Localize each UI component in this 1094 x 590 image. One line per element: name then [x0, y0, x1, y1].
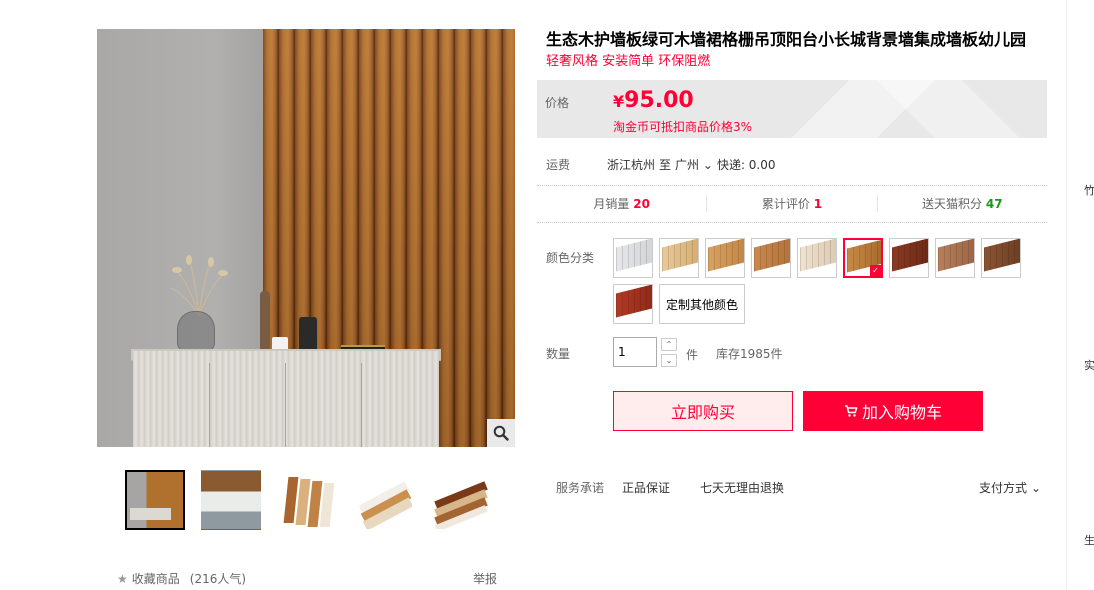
image-cabinet-seam	[361, 363, 362, 447]
thumbnail-5[interactable]	[429, 470, 489, 530]
sidebar-text[interactable]: 实	[1084, 357, 1094, 373]
color-option-1[interactable]	[613, 238, 653, 278]
color-option-3[interactable]	[705, 238, 745, 278]
color-option-6[interactable]	[843, 238, 883, 278]
divider	[537, 222, 1047, 223]
stat-value: 47	[985, 197, 1003, 211]
chevron-down-icon: ⌄	[1031, 480, 1042, 495]
stock-count: 库存1985件	[716, 347, 783, 361]
color-option-9[interactable]	[981, 238, 1021, 278]
color-option-4[interactable]	[751, 238, 791, 278]
price-panel: 价格 ¥95.00 淘金币可抵扣商品价格3%	[537, 80, 1047, 138]
shipping-info: 浙江杭州 至 广州 ⌄ 快递: 0.00	[607, 156, 776, 173]
stat-label: 月销量	[593, 197, 630, 211]
cart-icon	[844, 405, 858, 417]
thumbnail-2[interactable]	[201, 470, 261, 530]
thumbnail-strip	[125, 470, 489, 530]
stat-monthly-sales: 月销量 20	[537, 195, 708, 212]
price-label: 价格	[545, 96, 570, 110]
quantity-label: 数量	[546, 347, 571, 361]
quantity-input[interactable]	[613, 337, 657, 367]
favorite-button[interactable]: ★ 收藏商品 (216人气)	[117, 570, 246, 587]
report-link[interactable]: 举报	[473, 570, 497, 587]
color-swatch-list: 定制其他颜色	[613, 238, 1033, 324]
magnifier-icon	[493, 425, 509, 441]
sales-stats: 月销量 20 累计评价 1 送天猫积分 47	[537, 195, 1047, 212]
image-sculpture	[260, 291, 270, 353]
shipping-to: 至	[659, 158, 672, 172]
swatch-panel	[708, 239, 744, 272]
quantity-increase-button[interactable]: ⌃	[661, 338, 677, 351]
sidebar-text[interactable]: 生	[1084, 532, 1094, 548]
swatch-panel	[754, 239, 790, 272]
divider	[537, 185, 1047, 186]
product-subtitle: 轻奢风格 安装简单 环保阻燃	[546, 54, 711, 69]
zoom-button[interactable]	[487, 419, 515, 447]
stat-value: 20	[633, 197, 650, 211]
main-product-image	[97, 29, 515, 447]
buy-now-button[interactable]: 立即购买	[613, 391, 793, 431]
swatch-panel	[984, 239, 1020, 272]
favorite-label: 收藏商品	[131, 572, 180, 586]
add-to-cart-button[interactable]: 加入购物车	[803, 391, 983, 431]
image-dried-grass	[170, 255, 228, 316]
stat-reviews[interactable]: 累计评价 1	[707, 195, 878, 212]
chevron-down-icon: ⌄	[702, 158, 713, 172]
currency-symbol: ¥	[613, 92, 625, 111]
image-cabinet	[133, 351, 439, 447]
image-cabinet-seam	[285, 363, 286, 447]
swatch-panel	[800, 239, 836, 272]
service-item[interactable]: 七天无理由退换	[700, 479, 784, 496]
color-option-2[interactable]	[659, 238, 699, 278]
stat-points: 送天猫积分 47	[878, 195, 1047, 212]
color-option-5[interactable]	[797, 238, 837, 278]
sidebar-divider	[1066, 0, 1067, 590]
service-item[interactable]: 正品保证	[622, 479, 670, 496]
sidebar-text[interactable]: 竹	[1084, 182, 1094, 198]
popularity-count: (216人气)	[189, 572, 247, 586]
payment-methods-dropdown[interactable]: 支付方式 ⌄	[979, 479, 1041, 496]
services-label: 服务承诺	[556, 481, 605, 495]
shipping-origin: 浙江杭州	[607, 158, 656, 172]
image-canister	[299, 317, 317, 353]
destination-selector[interactable]: 广州 ⌄	[675, 156, 713, 173]
coin-discount-note: 淘金币可抵扣商品价格3%	[613, 120, 753, 134]
price-number: 95.00	[624, 88, 694, 113]
swatch-panel	[662, 239, 698, 272]
stat-value: 1	[813, 197, 823, 211]
thumbnail-4[interactable]	[353, 470, 413, 530]
color-option-7[interactable]	[889, 238, 929, 278]
swatch-panel	[892, 239, 928, 272]
image-vase	[177, 311, 215, 351]
image-cabinet-seam	[209, 363, 210, 447]
thumbnail-1[interactable]	[125, 470, 185, 530]
add-to-cart-label: 加入购物车	[861, 403, 942, 422]
swatch-panel	[938, 239, 974, 272]
swatch-panel	[616, 239, 652, 272]
service-promises: 服务承诺 正品保证 七天无理由退换	[556, 479, 814, 496]
thumbnail-3[interactable]	[277, 470, 337, 530]
stat-label: 累计评价	[761, 197, 810, 211]
product-title: 生态木护墙板绿可木墙裙格栅吊顶阳台小长城背景墙集成墙板幼儿园	[546, 30, 1027, 49]
swatch-panel	[847, 240, 881, 273]
swatch-panel	[616, 285, 652, 318]
stat-label: 送天猫积分	[922, 197, 983, 211]
price-value: ¥95.00	[613, 88, 694, 113]
shipping-destination: 广州	[675, 158, 700, 172]
quantity-unit: 件	[686, 348, 699, 362]
payment-label: 支付方式	[979, 481, 1028, 495]
color-option-8[interactable]	[935, 238, 975, 278]
shipping-express: 快递: 0.00	[716, 158, 776, 172]
color-option-custom[interactable]: 定制其他颜色	[659, 284, 746, 324]
color-label: 颜色分类	[546, 251, 595, 265]
quantity-decrease-button[interactable]: ⌄	[661, 354, 677, 367]
star-icon: ★	[117, 571, 128, 586]
shipping-label: 运费	[546, 158, 571, 172]
color-option-10[interactable]	[613, 284, 653, 324]
